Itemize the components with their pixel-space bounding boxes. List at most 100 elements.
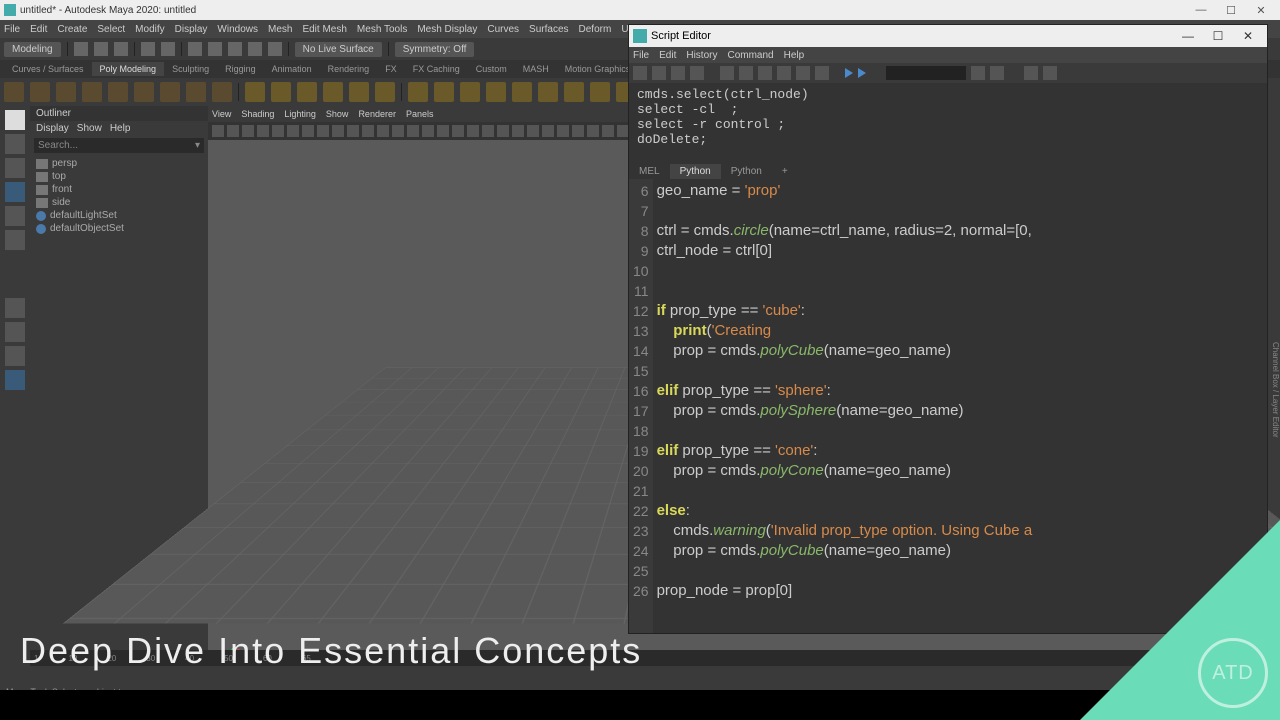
vp-tool-15[interactable] bbox=[437, 125, 449, 137]
script-editor-titlebar[interactable]: Script Editor — ☐ ✕ bbox=[629, 25, 1267, 47]
outliner-item-side[interactable]: side bbox=[36, 196, 202, 209]
open-scene-icon[interactable] bbox=[94, 42, 108, 56]
vp-tool-14[interactable] bbox=[422, 125, 434, 137]
vp-tool-4[interactable] bbox=[272, 125, 284, 137]
se-echo-icon[interactable] bbox=[796, 66, 810, 80]
paint-select-tool[interactable] bbox=[5, 158, 25, 178]
snap-curve-icon[interactable] bbox=[208, 42, 222, 56]
vp-tool-22[interactable] bbox=[542, 125, 554, 137]
se-save-to-shelf-icon[interactable] bbox=[690, 66, 704, 80]
vp-tool-5[interactable] bbox=[287, 125, 299, 137]
shelf-tab-poly-modeling[interactable]: Poly Modeling bbox=[92, 62, 165, 76]
menu-edit[interactable]: Edit bbox=[30, 24, 47, 35]
shelf-icon-20[interactable] bbox=[538, 82, 558, 102]
menu-modify[interactable]: Modify bbox=[135, 24, 164, 35]
shelf-icon-8[interactable] bbox=[212, 82, 232, 102]
se-source-icon[interactable] bbox=[652, 66, 666, 80]
move-tool[interactable] bbox=[5, 182, 25, 202]
shelf-icon-6[interactable] bbox=[160, 82, 180, 102]
shelf-icon-13[interactable] bbox=[349, 82, 369, 102]
outliner-item-defaultLightSet[interactable]: defaultLightSet bbox=[36, 209, 202, 222]
se-execute-icon[interactable] bbox=[845, 68, 853, 78]
menu-display[interactable]: Display bbox=[175, 24, 208, 35]
shelf-tab-mash[interactable]: MASH bbox=[515, 62, 557, 76]
vp-tool-10[interactable] bbox=[362, 125, 374, 137]
vp-tool-16[interactable] bbox=[452, 125, 464, 137]
vp-tool-11[interactable] bbox=[377, 125, 389, 137]
se-search-down-icon[interactable] bbox=[971, 66, 985, 80]
script-tab-1[interactable]: Python bbox=[670, 164, 721, 179]
vp-tool-3[interactable] bbox=[257, 125, 269, 137]
outliner-menu-display[interactable]: Display bbox=[36, 123, 69, 134]
se-menu-history[interactable]: History bbox=[686, 50, 717, 61]
menu-deform[interactable]: Deform bbox=[579, 24, 612, 35]
menu-mesh-tools[interactable]: Mesh Tools bbox=[357, 24, 407, 35]
script-tab-2[interactable]: Python bbox=[721, 164, 772, 179]
outliner-item-front[interactable]: front bbox=[36, 183, 202, 196]
outliner-item-top[interactable]: top bbox=[36, 170, 202, 183]
source-code[interactable]: geo_name = 'prop'ctrl = cmds.circle(name… bbox=[653, 179, 1037, 633]
shelf-icon-22[interactable] bbox=[590, 82, 610, 102]
shelf-tab-animation[interactable]: Animation bbox=[264, 62, 320, 76]
save-scene-icon[interactable] bbox=[114, 42, 128, 56]
se-goto-line-icon[interactable] bbox=[1024, 66, 1038, 80]
se-menu-command[interactable]: Command bbox=[727, 50, 773, 61]
shelf-icon-19[interactable] bbox=[512, 82, 532, 102]
menu-file[interactable]: File bbox=[4, 24, 20, 35]
shelf-tab-rendering[interactable]: Rendering bbox=[320, 62, 378, 76]
se-save-icon[interactable] bbox=[671, 66, 685, 80]
scale-tool[interactable] bbox=[5, 230, 25, 250]
vp-tool-8[interactable] bbox=[332, 125, 344, 137]
workspace-dropdown[interactable]: Modeling bbox=[4, 42, 61, 57]
vp-menu-show[interactable]: Show bbox=[326, 109, 349, 119]
shelf-icon-0[interactable] bbox=[4, 82, 24, 102]
live-surface-dropdown[interactable]: No Live Surface bbox=[295, 42, 382, 57]
shelf-icon-11[interactable] bbox=[297, 82, 317, 102]
menu-surfaces[interactable]: Surfaces bbox=[529, 24, 568, 35]
outliner-menu-help[interactable]: Help bbox=[110, 123, 131, 134]
close-button[interactable]: ✕ bbox=[1246, 4, 1276, 17]
vp-tool-0[interactable] bbox=[212, 125, 224, 137]
se-indent-icon[interactable] bbox=[1043, 66, 1057, 80]
se-close-button[interactable]: ✕ bbox=[1233, 29, 1263, 43]
script-tab-0[interactable]: MEL bbox=[629, 164, 670, 179]
shelf-icon-17[interactable] bbox=[460, 82, 480, 102]
se-open-icon[interactable] bbox=[633, 66, 647, 80]
shelf-icon-12[interactable] bbox=[323, 82, 343, 102]
shelf-icon-3[interactable] bbox=[82, 82, 102, 102]
se-clear-history-icon[interactable] bbox=[720, 66, 734, 80]
shelf-icon-1[interactable] bbox=[30, 82, 50, 102]
select-tool[interactable] bbox=[5, 110, 25, 130]
shelf-icon-18[interactable] bbox=[486, 82, 506, 102]
maximize-button[interactable]: ☐ bbox=[1216, 4, 1246, 17]
vp-tool-21[interactable] bbox=[527, 125, 539, 137]
se-menu-help[interactable]: Help bbox=[784, 50, 805, 61]
shelf-tab-rigging[interactable]: Rigging bbox=[217, 62, 264, 76]
vp-tool-12[interactable] bbox=[392, 125, 404, 137]
menu-windows[interactable]: Windows bbox=[217, 24, 258, 35]
se-history-icon[interactable] bbox=[777, 66, 791, 80]
vp-tool-13[interactable] bbox=[407, 125, 419, 137]
undo-icon[interactable] bbox=[141, 42, 155, 56]
snap-plane-icon[interactable] bbox=[248, 42, 262, 56]
vp-tool-26[interactable] bbox=[602, 125, 614, 137]
vp-menu-panels[interactable]: Panels bbox=[406, 109, 434, 119]
vp-tool-17[interactable] bbox=[467, 125, 479, 137]
shelf-icon-10[interactable] bbox=[271, 82, 291, 102]
layout-four-icon[interactable] bbox=[5, 322, 25, 342]
shelf-icon-5[interactable] bbox=[134, 82, 154, 102]
vp-tool-25[interactable] bbox=[587, 125, 599, 137]
se-search-field[interactable] bbox=[886, 66, 966, 80]
menu-create[interactable]: Create bbox=[57, 24, 87, 35]
vp-menu-view[interactable]: View bbox=[212, 109, 231, 119]
vp-tool-23[interactable] bbox=[557, 125, 569, 137]
shelf-icon-15[interactable] bbox=[408, 82, 428, 102]
shelf-icon-14[interactable] bbox=[375, 82, 395, 102]
menu-edit-mesh[interactable]: Edit Mesh bbox=[302, 24, 346, 35]
shelf-icon-21[interactable] bbox=[564, 82, 584, 102]
redo-icon[interactable] bbox=[161, 42, 175, 56]
vp-tool-24[interactable] bbox=[572, 125, 584, 137]
vp-menu-shading[interactable]: Shading bbox=[241, 109, 274, 119]
layout-single-icon[interactable] bbox=[5, 298, 25, 318]
shelf-icon-2[interactable] bbox=[56, 82, 76, 102]
